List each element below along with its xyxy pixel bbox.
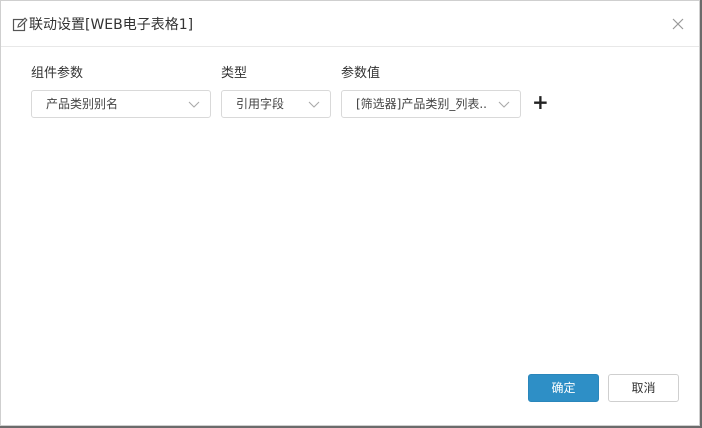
linkage-settings-dialog: 联动设置[WEB电子表格1] 组件参数 类型 参数值 产品类别别名 引用字段 [… [0, 0, 700, 426]
type-column-label: 类型 [221, 66, 248, 81]
dialog-header: 联动设置[WEB电子表格1] [1, 1, 699, 47]
edit-icon [12, 17, 28, 32]
param-select-value: 产品类别别名 [46, 97, 119, 111]
cancel-button[interactable]: 取消 [608, 374, 679, 402]
param-select[interactable]: 产品类别别名 [31, 90, 211, 118]
type-select[interactable]: 引用字段 [221, 90, 331, 118]
value-select[interactable]: [筛选器]产品类别_列表... [341, 90, 521, 118]
dialog-title: 联动设置[WEB电子表格1] [29, 17, 194, 33]
type-select-value: 引用字段 [236, 97, 285, 111]
add-row-button[interactable]: + [532, 92, 549, 112]
chevron-down-icon [188, 101, 200, 108]
value-select-value: [筛选器]产品类别_列表... [356, 97, 488, 111]
chevron-down-icon [308, 101, 320, 108]
value-column-label: 参数值 [341, 66, 381, 81]
ok-button[interactable]: 确定 [528, 374, 599, 402]
close-icon[interactable] [671, 17, 685, 31]
chevron-down-icon [498, 101, 510, 108]
param-column-label: 组件参数 [31, 66, 84, 81]
